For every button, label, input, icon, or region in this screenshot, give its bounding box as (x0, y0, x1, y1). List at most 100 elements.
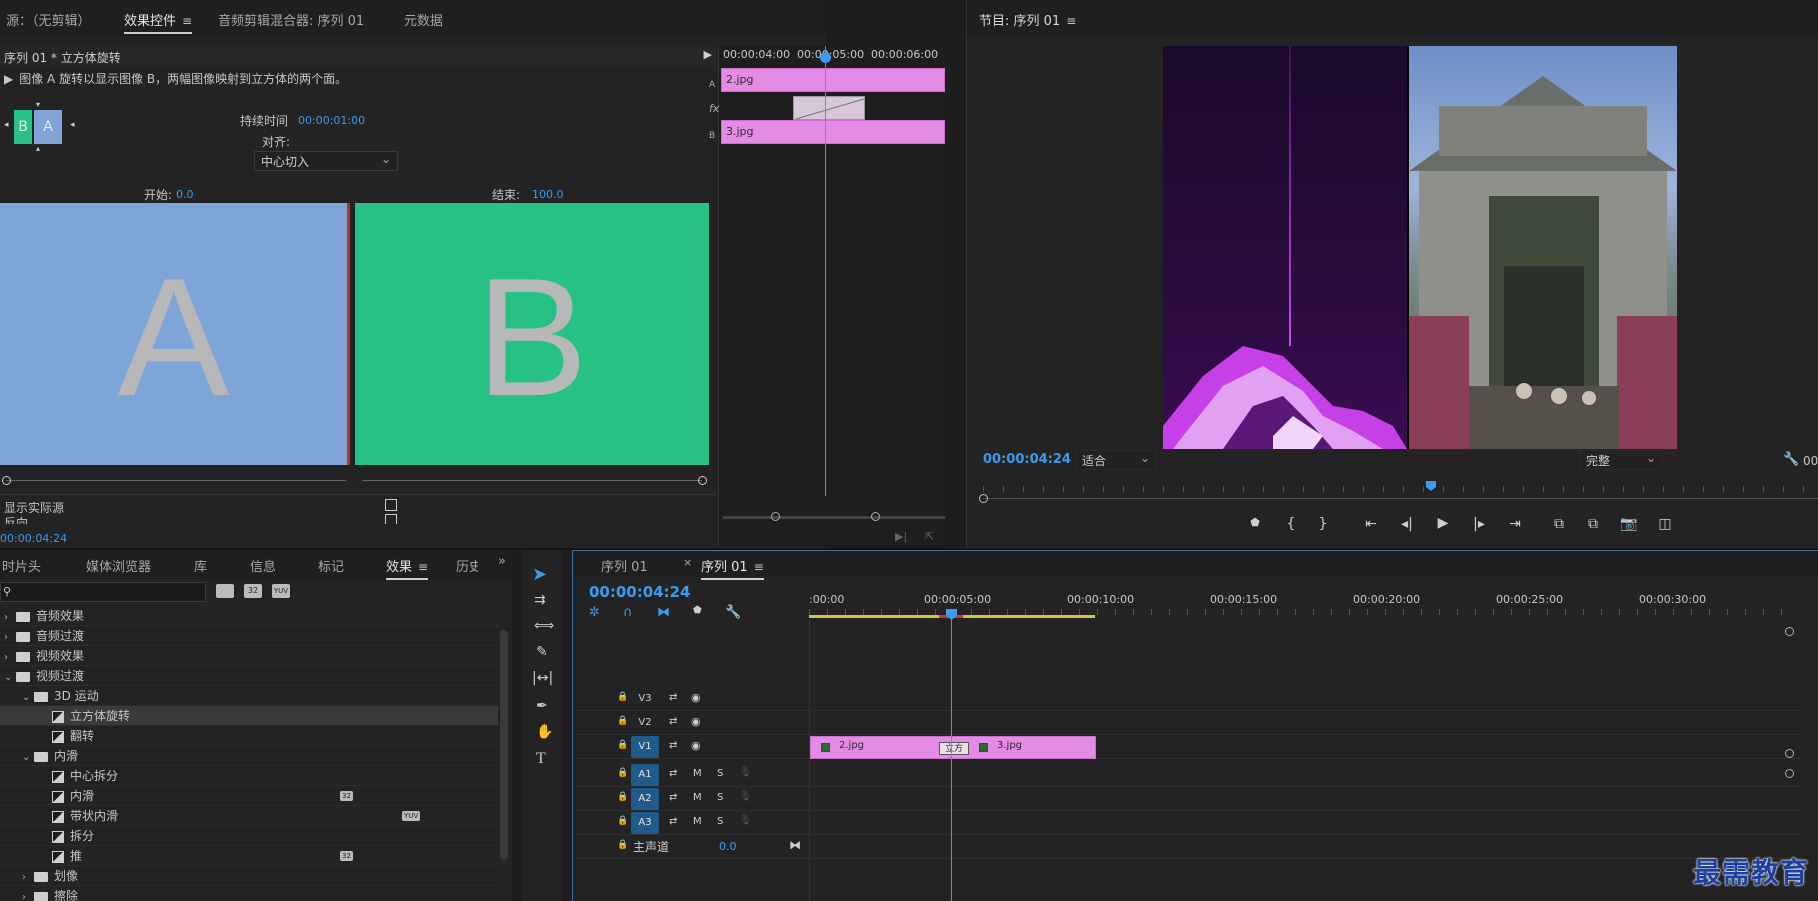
sync-lock-icon[interactable]: ⇄ (669, 768, 677, 779)
effects-tree-item[interactable]: ⌄ 内滑 (0, 746, 498, 766)
add-marker-icon[interactable]: ⬟ (1245, 516, 1265, 529)
effects-tree-item[interactable]: ⌄ 3D 运动 (0, 686, 498, 706)
start-slider-knob[interactable] (2, 476, 11, 485)
quality-dropdown[interactable]: 完整 (1579, 448, 1663, 470)
linked-selection-icon[interactable]: ⧓ (657, 605, 670, 620)
end-slider[interactable] (362, 480, 702, 481)
lock-icon[interactable]: 🔒 (617, 716, 628, 726)
hand-tool-icon[interactable]: ✋ (536, 724, 553, 740)
effects-tree-item[interactable]: › 视频效果 (0, 646, 498, 666)
mute-button[interactable]: M (693, 816, 702, 827)
align-dropdown[interactable]: 中心切入 (254, 149, 398, 171)
comparison-view-icon[interactable]: ◫ (1655, 516, 1675, 532)
nest-toggle-icon[interactable]: ✲ (589, 605, 600, 620)
effects-tree-item[interactable]: 带状内滑 YUV (0, 806, 498, 826)
effects-tree-item[interactable]: › 音频效果 (0, 606, 498, 626)
selection-tool-icon[interactable]: ➤ (532, 564, 554, 586)
end-slider-knob[interactable] (698, 476, 707, 485)
snap-icon[interactable]: ∩ (623, 605, 633, 620)
lock-icon[interactable]: 🔒 (617, 740, 628, 750)
track-target-a3[interactable]: A3 (631, 812, 659, 834)
lock-icon[interactable]: 🔒 (617, 816, 628, 826)
sync-lock-icon[interactable]: ⇄ (669, 816, 677, 827)
timeline-v-scroll-knob[interactable] (1785, 769, 1794, 778)
start-slider[interactable] (6, 480, 346, 481)
end-value[interactable]: 100.0 (532, 188, 564, 201)
effects-tree-item[interactable]: 拆分 (0, 826, 498, 846)
effect-controls-timecode[interactable]: 00:00:04:24 (0, 532, 67, 545)
track-target-a1[interactable]: A1 (631, 764, 659, 786)
master-volume-value[interactable]: 0.0 (719, 840, 737, 853)
go-to-out-icon[interactable]: ⇥ (1505, 516, 1525, 532)
sync-lock-icon[interactable]: ⇄ (669, 740, 677, 751)
zoom-dropdown[interactable]: 适合 (1075, 448, 1157, 470)
eye-icon[interactable]: ◉ (691, 739, 701, 752)
effects-search-input[interactable]: ⚲ (0, 582, 206, 602)
ripple-edit-tool-icon[interactable]: ⟺ (534, 618, 554, 634)
play-transition-icon[interactable]: ▶ (704, 48, 712, 61)
panel-menu-icon[interactable]: ≡ (1066, 14, 1076, 28)
tab-audio-clip-mixer[interactable]: 音频剪辑混合器: 序列 01 (218, 10, 364, 29)
effects-tree-item[interactable]: 内滑 32 (0, 786, 498, 806)
mini-playhead-handle[interactable] (820, 52, 831, 63)
step-back-icon[interactable]: ◂| (1397, 516, 1417, 532)
lock-icon[interactable]: 🔒 (617, 768, 628, 778)
mini-clip-b[interactable]: 3.jpg (721, 120, 945, 144)
mute-button[interactable]: M (693, 768, 702, 779)
track-target-v3[interactable]: V3 (631, 688, 659, 710)
microphone-icon[interactable]: 🎙 (739, 767, 752, 778)
panel-menu-icon[interactable]: ≡ (418, 560, 428, 574)
accelerated-effects-icon[interactable] (216, 584, 234, 598)
mini-scroll-left-knob[interactable] (771, 512, 780, 521)
razor-tool-icon[interactable]: ✎ (536, 644, 548, 660)
tab-sequence-2[interactable]: 序列 01 ≡ (701, 556, 764, 580)
yuv-effects-icon[interactable]: YUV (272, 584, 290, 598)
show-actual-source-checkbox[interactable] (385, 499, 397, 511)
32bit-effects-icon[interactable]: 32 (244, 584, 262, 598)
effects-tree-item[interactable]: ⌄ 视频过渡 (0, 666, 498, 686)
tab-project[interactable]: 时片头 (2, 556, 41, 575)
lock-icon[interactable]: 🔒 (617, 792, 628, 802)
timeline-v-scroll-knob[interactable] (1785, 627, 1794, 636)
track-select-tool-icon[interactable]: ⇉ (534, 592, 546, 608)
lift-icon[interactable]: ⧉ (1549, 516, 1569, 532)
settings-wrench-icon[interactable]: 🔧 (1783, 452, 1799, 467)
panel-menu-icon[interactable]: ≡ (754, 560, 764, 574)
tab-effects[interactable]: 效果 ≡ (386, 556, 429, 580)
chevron-right-icon[interactable]: › (22, 888, 34, 901)
thumbnail-left-arrow-icon[interactable]: ◂ (4, 120, 9, 130)
thumbnail-bottom-arrow-icon[interactable]: ▴ (36, 144, 40, 153)
lock-icon[interactable]: 🔒 (617, 840, 628, 850)
tab-source[interactable]: 源：（无剪辑） (6, 10, 91, 29)
solo-button[interactable]: S (717, 792, 723, 803)
microphone-icon[interactable]: 🎙 (739, 815, 752, 826)
sync-lock-icon[interactable]: ⇄ (669, 692, 677, 703)
tab-effect-controls[interactable]: 效果控件 ≡ (124, 10, 193, 34)
mini-transition-block[interactable] (793, 96, 865, 120)
timeline-ruler[interactable]: :00:00 00:00:05:00 00:00:10:00 00:00:15:00 0… (809, 591, 1799, 619)
export-icon[interactable]: ▶| (895, 530, 907, 543)
extract-icon[interactable]: ⧉ (1583, 516, 1603, 532)
start-value[interactable]: 0.0 (176, 188, 194, 201)
timeline-timecode[interactable]: 00:00:04:24 (589, 583, 691, 601)
timeline-playhead[interactable] (951, 609, 952, 901)
thumbnail-top-arrow-icon[interactable]: ▾ (36, 100, 40, 109)
add-marker-icon[interactable]: ⬟ (693, 605, 702, 616)
mark-out-icon[interactable]: } (1313, 516, 1333, 532)
program-scrubber[interactable] (983, 486, 1818, 500)
tab-history[interactable]: 历史 (456, 556, 478, 575)
export-frame-icon[interactable]: 📷 (1619, 516, 1639, 532)
program-timecode[interactable]: 00:00:04:24 (983, 452, 1071, 467)
close-tab-icon[interactable]: × (683, 556, 692, 569)
timeline-clip[interactable]: 2.jpg 3.jpg 立方 (810, 736, 1096, 759)
tab-markers[interactable]: 标记 (318, 556, 344, 575)
program-title[interactable]: 节目: 序列 01 ≡ (979, 10, 1076, 29)
sync-lock-icon[interactable]: ⇄ (669, 792, 677, 803)
tab-sequence-1[interactable]: 序列 01 (601, 556, 648, 575)
tab-media-browser[interactable]: 媒体浏览器 (86, 556, 151, 575)
step-forward-icon[interactable]: |▸ (1469, 516, 1489, 532)
effects-tree-item[interactable]: 中心拆分 (0, 766, 498, 786)
mini-scrollbar[interactable] (723, 516, 945, 519)
lock-icon[interactable]: 🔒 (617, 692, 628, 702)
master-expand-icon[interactable]: ⧓ (789, 838, 801, 852)
